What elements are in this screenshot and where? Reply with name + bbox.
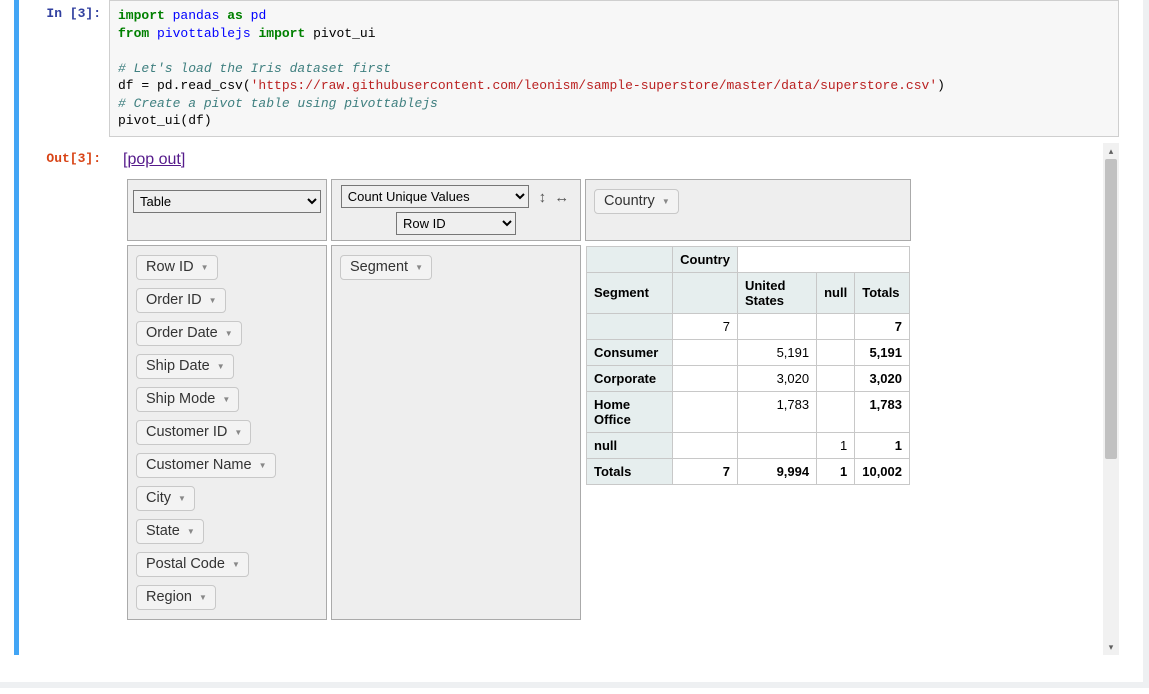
pill-label: Ship Mode — [146, 391, 215, 407]
pill-label: Ship Date — [146, 358, 210, 374]
pill-label: Order ID — [146, 292, 202, 308]
unused-field-pill[interactable]: State ▼ — [136, 519, 204, 544]
data-cell — [817, 365, 855, 391]
output-prompt: Out[3]: — [19, 137, 109, 655]
col-header: United States — [737, 272, 816, 313]
unused-field-pill[interactable]: Customer ID ▼ — [136, 420, 251, 445]
data-cell — [673, 365, 738, 391]
input-prompt: In [3]: — [19, 0, 109, 137]
row-axis-label: Segment — [587, 272, 673, 313]
renderer-select[interactable]: Table — [133, 190, 321, 213]
col-header: Totals — [855, 272, 910, 313]
row-total-cell: 3,020 — [855, 365, 910, 391]
data-cell — [817, 391, 855, 432]
aggregator-select[interactable]: Count Unique Values — [341, 185, 529, 208]
data-cell: 1,783 — [737, 391, 816, 432]
row-header: Consumer — [587, 339, 673, 365]
blank-intersection — [673, 272, 738, 313]
data-cell — [673, 339, 738, 365]
col-axis-label: Country — [673, 246, 738, 272]
data-cell — [673, 432, 738, 458]
caret-icon: ▼ — [662, 197, 670, 206]
unused-field-pill[interactable]: Ship Mode ▼ — [136, 387, 239, 412]
row-header: Home Office — [587, 391, 673, 432]
caret-icon: ▼ — [415, 263, 423, 272]
scroll-thumb[interactable] — [1105, 159, 1117, 459]
caret-icon: ▼ — [225, 329, 233, 338]
unused-fields-dropzone[interactable]: Row ID ▼Order ID ▼Order Date ▼Ship Date … — [127, 245, 327, 620]
unused-field-pill[interactable]: Customer Name ▼ — [136, 453, 276, 478]
pill-label: Customer ID — [146, 424, 227, 440]
unused-field-pill[interactable]: Row ID ▼ — [136, 255, 218, 280]
sort-row-icon[interactable]: ↕ — [537, 189, 549, 206]
unused-field-pill[interactable]: Ship Date ▼ — [136, 354, 234, 379]
row-total-cell: 1,783 — [855, 391, 910, 432]
data-cell: 5,191 — [737, 339, 816, 365]
rows-dropzone[interactable]: Segment ▼ — [331, 245, 581, 620]
caret-icon: ▼ — [234, 428, 242, 437]
data-cell — [673, 391, 738, 432]
data-cell — [737, 432, 816, 458]
totals-cell: 1 — [817, 458, 855, 484]
empty-corner — [587, 246, 673, 272]
unused-field-pill[interactable]: Region ▼ — [136, 585, 216, 610]
caret-icon: ▼ — [201, 263, 209, 272]
aggregator-attr-select[interactable]: Row ID — [396, 212, 516, 235]
row-header — [587, 313, 673, 339]
row-total-cell: 7 — [855, 313, 910, 339]
totals-label: Totals — [587, 458, 673, 484]
pill-label: Region — [146, 589, 192, 605]
pill-label: Country — [604, 193, 655, 209]
caret-icon: ▼ — [217, 362, 225, 371]
col-header: null — [817, 272, 855, 313]
pill-label: Order Date — [146, 325, 218, 341]
row-header: Corporate — [587, 365, 673, 391]
data-cell: 3,020 — [737, 365, 816, 391]
sort-col-icon[interactable]: ↔ — [552, 189, 571, 206]
row-header: null — [587, 432, 673, 458]
row-total-cell: 5,191 — [855, 339, 910, 365]
pill-label: Postal Code — [146, 556, 225, 572]
input-cell: In [3]: import pandas as pd from pivotta… — [14, 0, 1119, 137]
col-field-pill[interactable]: Country ▼ — [594, 189, 679, 214]
pill-label: Segment — [350, 259, 408, 275]
empty-header — [737, 246, 909, 272]
scroll-down-icon[interactable]: ▾ — [1103, 639, 1119, 655]
totals-cell: 10,002 — [855, 458, 910, 484]
unused-field-pill[interactable]: City ▼ — [136, 486, 195, 511]
popout-link[interactable]: [pop out] — [123, 151, 185, 169]
caret-icon: ▼ — [232, 560, 240, 569]
pill-label: State — [146, 523, 180, 539]
data-cell: 1 — [817, 432, 855, 458]
caret-icon: ▼ — [187, 527, 195, 536]
data-cell — [737, 313, 816, 339]
totals-cell: 9,994 — [737, 458, 816, 484]
pill-label: City — [146, 490, 171, 506]
output-cell: Out[3]: [pop out] Table — [14, 137, 1119, 655]
cols-dropzone[interactable]: Country ▼ — [585, 179, 911, 241]
pill-label: Row ID — [146, 259, 194, 275]
data-cell — [817, 313, 855, 339]
scroll-up-icon[interactable]: ▴ — [1103, 143, 1119, 159]
caret-icon: ▼ — [222, 395, 230, 404]
totals-empty-col: 7 — [673, 458, 738, 484]
row-field-pill[interactable]: Segment ▼ — [340, 255, 432, 280]
data-cell: 7 — [673, 313, 738, 339]
pivot-layout: Table Count Unique Values ↕ ↔ — [123, 175, 915, 624]
row-total-cell: 1 — [855, 432, 910, 458]
unused-field-pill[interactable]: Order Date ▼ — [136, 321, 242, 346]
caret-icon: ▼ — [259, 461, 267, 470]
caret-icon: ▼ — [209, 296, 217, 305]
unused-field-pill[interactable]: Order ID ▼ — [136, 288, 226, 313]
code-editor[interactable]: import pandas as pd from pivottablejs im… — [109, 0, 1119, 137]
caret-icon: ▼ — [178, 494, 186, 503]
unused-field-pill[interactable]: Postal Code ▼ — [136, 552, 249, 577]
output-scrollbar[interactable]: ▴ ▾ — [1103, 143, 1119, 655]
caret-icon: ▼ — [199, 593, 207, 602]
pivot-result-table: Country Segment United States null Total… — [586, 246, 910, 485]
output-area: [pop out] Table Count Unique Values — [109, 143, 1119, 655]
pill-label: Customer Name — [146, 457, 252, 473]
data-cell — [817, 339, 855, 365]
